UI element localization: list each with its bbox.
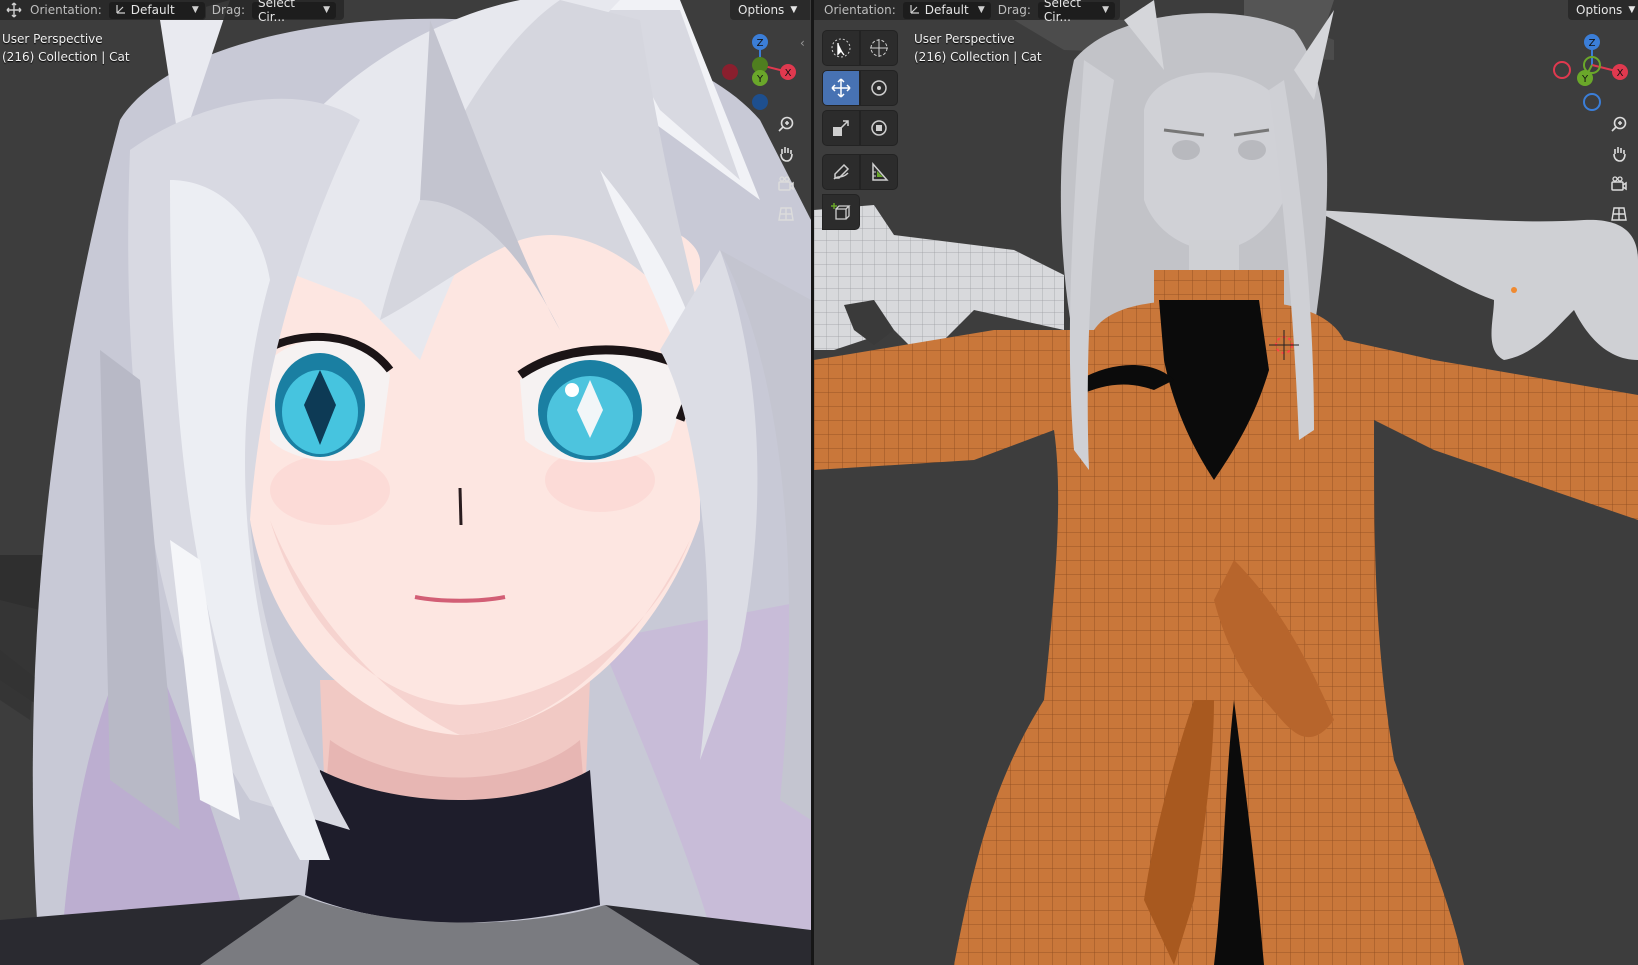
navigation-gizmo[interactable]: Z X Y: [1550, 32, 1630, 122]
drag-dropdown[interactable]: Select Cir... ▼: [1036, 0, 1116, 24]
viewport-header: Orientation: Default ▼ Drag: Select Cir.…: [0, 0, 344, 24]
navigation-controls: [774, 112, 798, 226]
drag-dropdown[interactable]: Select Cir... ▼: [250, 0, 337, 24]
right-viewport-scene: [814, 0, 1638, 965]
zoom-icon[interactable]: [774, 112, 798, 136]
scale-icon[interactable]: [822, 110, 860, 146]
rotate-icon[interactable]: [860, 70, 898, 106]
chevron-down-icon: ▼: [1102, 5, 1109, 15]
view-name: User Perspective: [2, 32, 103, 46]
cursor-icon[interactable]: [860, 30, 898, 66]
hand-pan-icon[interactable]: [774, 142, 798, 166]
orientation-dropdown[interactable]: Default ▼: [901, 0, 992, 20]
orientation-value: Default: [130, 3, 175, 17]
options-label: Options: [1576, 3, 1623, 17]
drag-label: Drag:: [211, 3, 245, 17]
chevron-down-icon: ▼: [1628, 5, 1636, 15]
perspective-grid-icon[interactable]: [1607, 202, 1631, 226]
viewport-info: User Perspective (216) Collection | Cat: [2, 30, 130, 66]
orientation-label: Orientation:: [824, 3, 896, 17]
x-axis-label: X: [785, 68, 792, 79]
neg-z-handle[interactable]: [1583, 93, 1601, 111]
zoom-icon[interactable]: [1607, 112, 1631, 136]
chevron-down-icon: ▼: [191, 5, 199, 15]
drag-value: Select Cir...: [1043, 0, 1081, 24]
drag-label: Drag:: [997, 3, 1031, 17]
neg-x-handle[interactable]: [1553, 61, 1571, 79]
options-label: Options: [738, 3, 785, 17]
hand-pan-icon[interactable]: [1607, 142, 1631, 166]
perspective-grid-icon[interactable]: [774, 202, 798, 226]
camera-icon[interactable]: [1607, 172, 1631, 196]
add-cube-icon[interactable]: [822, 194, 860, 230]
y-axis-label: Y: [756, 74, 764, 85]
options-button[interactable]: Options ▼: [1568, 0, 1638, 20]
orientation-label: Orientation:: [30, 3, 102, 17]
drag-value: Select Cir...: [257, 0, 296, 24]
viewport-info: User Perspective (216) Collection | Cat: [914, 30, 1042, 66]
view-name: User Perspective: [914, 32, 1015, 46]
orientation-value: Default: [924, 3, 969, 17]
transform-icon[interactable]: [4, 2, 24, 18]
x-axis-label: X: [1617, 68, 1624, 79]
chevron-down-icon: ▼: [790, 5, 798, 15]
camera-icon[interactable]: [774, 172, 798, 196]
viewport-header: Orientation: Default ▼ Drag: Select Cir.…: [814, 0, 1120, 24]
viewport-right[interactable]: Orientation: Default ▼ Drag: Select Cir.…: [814, 0, 1638, 965]
z-axis-label: Z: [757, 38, 764, 49]
viewport-left[interactable]: Orientation: Default ▼ Drag: Select Cir.…: [0, 0, 811, 965]
measure-icon[interactable]: [860, 154, 898, 190]
collapse-arrow-icon[interactable]: ‹: [800, 36, 805, 50]
orientation-icon: [909, 3, 921, 18]
transform-icon[interactable]: [860, 110, 898, 146]
navigation-controls: [1607, 112, 1631, 226]
chevron-down-icon: ▼: [323, 5, 330, 15]
collection-info: (216) Collection | Cat: [914, 50, 1042, 64]
y-axis-label: Y: [1581, 74, 1589, 85]
left-viewport-scene: [0, 0, 811, 965]
chevron-down-icon: ▼: [977, 5, 985, 15]
collection-info: (216) Collection | Cat: [2, 50, 130, 64]
neg-x-handle[interactable]: [722, 64, 738, 80]
navigation-gizmo[interactable]: Z X Y: [718, 32, 798, 122]
z-axis-label: Z: [1589, 38, 1596, 49]
orientation-dropdown[interactable]: Default ▼: [107, 0, 206, 20]
neg-z-handle[interactable]: [752, 94, 768, 110]
options-button[interactable]: Options ▼: [730, 0, 810, 20]
annotate-icon[interactable]: [822, 154, 860, 190]
select-circle-icon[interactable]: [822, 30, 860, 66]
tool-shelf: [822, 30, 898, 234]
orientation-icon: [115, 3, 127, 18]
move-icon[interactable]: [822, 70, 860, 106]
